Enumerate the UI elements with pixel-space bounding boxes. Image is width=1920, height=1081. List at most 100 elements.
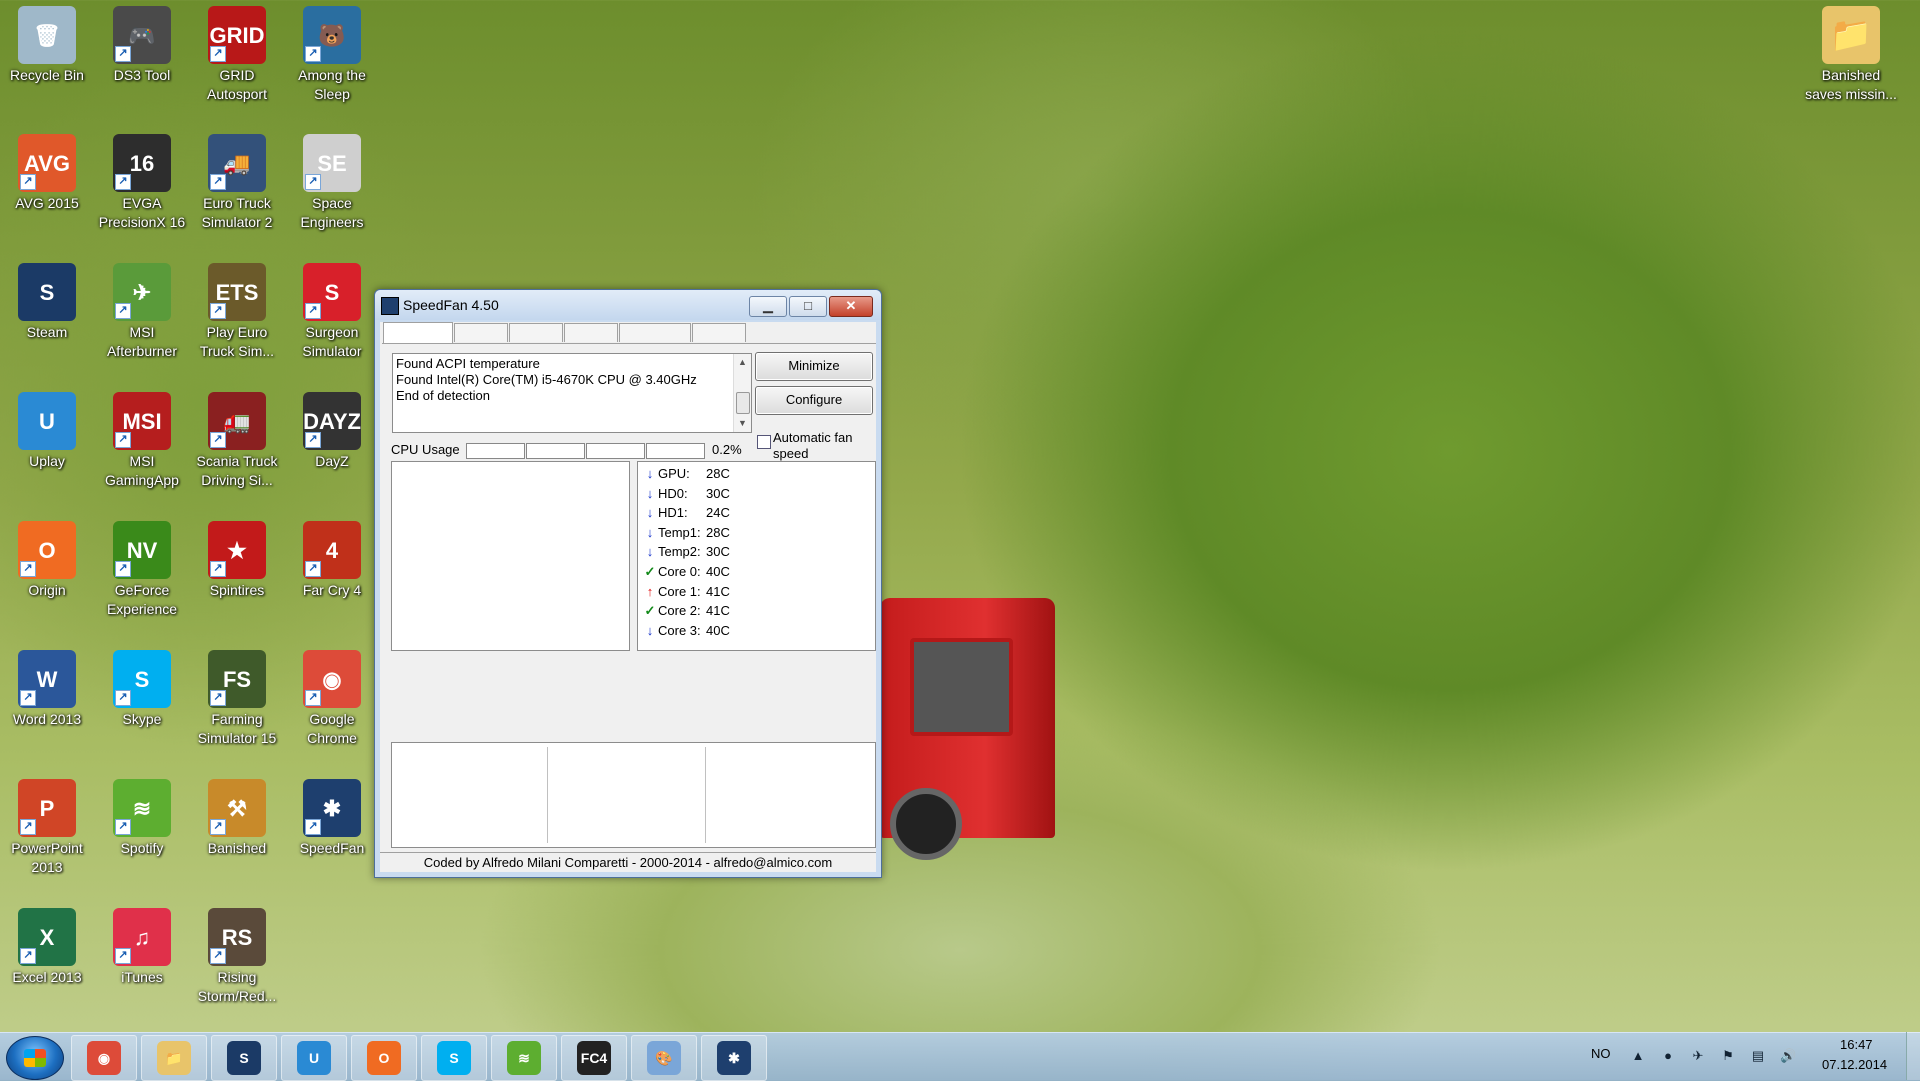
- msi-tray-icon[interactable]: ✈: [1690, 1048, 1706, 1064]
- tab-info[interactable]: [509, 323, 563, 342]
- scroll-up-arrow-icon[interactable]: ▲: [734, 354, 751, 371]
- desktop-icon[interactable]: 🚚 ↗ Euro Truck Simulator 2: [191, 134, 283, 232]
- desktop-icon[interactable]: NV ↗ GeForce Experience: [96, 521, 188, 619]
- taskbar-app-button[interactable]: ≋: [491, 1035, 557, 1081]
- shortcut-arrow-icon: ↗: [210, 303, 226, 319]
- desktop-icon[interactable]: SE ↗ Space Engineers: [286, 134, 378, 232]
- volume-icon[interactable]: 🔊: [1780, 1048, 1796, 1064]
- configure-button[interactable]: Configure: [755, 386, 873, 415]
- taskbar-app-button[interactable]: S: [421, 1035, 487, 1081]
- app-icon: ◉ ↗: [303, 650, 361, 708]
- desktop-icon[interactable]: 🎮 ↗ DS3 Tool: [96, 6, 188, 85]
- tab-clock[interactable]: [454, 323, 508, 342]
- taskbar-app-button[interactable]: U: [281, 1035, 347, 1081]
- shortcut-arrow-icon: ↗: [20, 690, 36, 706]
- desktop-icon[interactable]: X ↗ Excel 2013: [1, 908, 93, 987]
- window-minimize-button[interactable]: ▁: [749, 296, 787, 317]
- taskbar-app-icon: ◉: [87, 1041, 121, 1075]
- taskbar-app-button[interactable]: ✱: [701, 1035, 767, 1081]
- desktop-icon[interactable]: RS ↗ Rising Storm/Red...: [191, 908, 283, 1006]
- desktop-icon[interactable]: 🚛 ↗ Scania Truck Driving Si...: [191, 392, 283, 490]
- shortcut-arrow-icon: ↗: [305, 46, 321, 62]
- desktop-icon[interactable]: ≋ ↗ Spotify: [96, 779, 188, 858]
- desktop-icon[interactable]: 4 ↗ Far Cry 4: [286, 521, 378, 600]
- window-maximize-button[interactable]: □: [789, 296, 827, 317]
- desktop-icon[interactable]: U Uplay: [1, 392, 93, 471]
- sensor-name: Temp2:: [658, 544, 701, 560]
- log-line: Found Intel(R) Core(TM) i5-4670K CPU @ 3…: [396, 372, 697, 387]
- clock-date[interactable]: 07.12.2014: [1822, 1057, 1887, 1072]
- tab-smart[interactable]: [619, 323, 691, 342]
- app-icon: ≋ ↗: [113, 779, 171, 837]
- taskbar-app-button[interactable]: FC4: [561, 1035, 627, 1081]
- desktop-icon[interactable]: 🗑 Recycle Bin: [1, 6, 93, 85]
- desktop-icon[interactable]: 16 ↗ EVGA PrecisionX 16: [96, 134, 188, 232]
- tab-charts[interactable]: [692, 323, 746, 342]
- desktop-icon[interactable]: S ↗ Surgeon Simulator: [286, 263, 378, 361]
- minimize-button[interactable]: Minimize: [755, 352, 873, 381]
- taskbar-app-button[interactable]: S: [211, 1035, 277, 1081]
- sensor-name: HD1:: [658, 505, 688, 521]
- desktop-icon[interactable]: ♫ ↗ iTunes: [96, 908, 188, 987]
- shortcut-arrow-icon: ↗: [20, 819, 36, 835]
- show-desktop-button[interactable]: [1906, 1032, 1920, 1080]
- steam-tray-icon[interactable]: ●: [1660, 1048, 1676, 1064]
- network-icon[interactable]: ▤: [1750, 1048, 1766, 1064]
- taskbar-app-button[interactable]: 🎨: [631, 1035, 697, 1081]
- desktop-icon[interactable]: O ↗ Origin: [1, 521, 93, 600]
- shortcut-arrow-icon: ↗: [20, 948, 36, 964]
- shortcut-arrow-icon: ↗: [115, 561, 131, 577]
- clock-time[interactable]: 16:47: [1840, 1037, 1873, 1052]
- app-icon: RS ↗: [208, 908, 266, 966]
- desktop-icon[interactable]: MSI ↗ MSI GamingApp: [96, 392, 188, 490]
- taskbar-app-button[interactable]: O: [351, 1035, 417, 1081]
- automatic-fan-speed-checkbox[interactable]: [757, 435, 771, 449]
- desktop-icon[interactable]: AVG ↗ AVG 2015: [1, 134, 93, 213]
- desktop-icon[interactable]: GRID ↗ GRID Autosport: [191, 6, 283, 104]
- sensor-name: Core 1:: [658, 583, 701, 599]
- shortcut-arrow-icon: ↗: [210, 46, 226, 62]
- taskbar-app-icon: S: [437, 1041, 471, 1075]
- sensor-value: 28C: [706, 466, 730, 481]
- arrow-down-icon: ↓: [646, 622, 654, 638]
- window-close-button[interactable]: ✕: [829, 296, 873, 317]
- desktop-folder-banished-saves[interactable]: 📁 Banished saves missin...: [1805, 6, 1897, 104]
- desktop-folder-label: Banished saves missin...: [1805, 67, 1897, 102]
- scroll-thumb[interactable]: [736, 392, 750, 414]
- desktop-icon[interactable]: ✱ ↗ SpeedFan: [286, 779, 378, 858]
- app-icon: GRID ↗: [208, 6, 266, 64]
- arrow-down-icon: ↓: [646, 485, 654, 501]
- desktop-icon[interactable]: ETS ↗ Play Euro Truck Sim...: [191, 263, 283, 361]
- desktop-icon[interactable]: ⚒ ↗ Banished: [191, 779, 283, 858]
- desktop-icon[interactable]: DAYZ ↗ DayZ: [286, 392, 378, 471]
- desktop-icon[interactable]: S Steam: [1, 263, 93, 342]
- speedfan-titlebar[interactable]: SpeedFan 4.50 ▁ □ ✕: [375, 290, 881, 320]
- action-center-flag-icon[interactable]: ⚑: [1720, 1048, 1736, 1064]
- log-scrollbar[interactable]: ▲ ▼: [733, 354, 751, 432]
- desktop-icon[interactable]: ★ ↗ Spintires: [191, 521, 283, 600]
- show-hidden-icons-icon[interactable]: ▲: [1630, 1048, 1646, 1064]
- cpu-usage-label: CPU Usage: [391, 442, 460, 457]
- shortcut-arrow-icon: ↗: [305, 303, 321, 319]
- desktop-icon-label: Play Euro Truck Sim...: [199, 324, 275, 359]
- desktop-icon[interactable]: ◉ ↗ Google Chrome: [286, 650, 378, 748]
- scroll-down-arrow-icon[interactable]: ▼: [734, 415, 751, 432]
- language-indicator[interactable]: NO: [1591, 1046, 1611, 1061]
- start-button[interactable]: [6, 1036, 64, 1080]
- tab-readings[interactable]: [383, 322, 453, 343]
- desktop-icon-label: EVGA PrecisionX 16: [98, 195, 186, 230]
- desktop-icon[interactable]: S ↗ Skype: [96, 650, 188, 729]
- speedfan-tabs: [382, 322, 876, 344]
- tab-exotics[interactable]: [564, 323, 618, 342]
- desktop-icon[interactable]: W ↗ Word 2013: [1, 650, 93, 729]
- taskbar-app-button[interactable]: ◉: [71, 1035, 137, 1081]
- desktop-icon[interactable]: FS ↗ Farming Simulator 15: [191, 650, 283, 748]
- app-icon: FS ↗: [208, 650, 266, 708]
- shortcut-arrow-icon: ↗: [210, 819, 226, 835]
- speedfan-window[interactable]: SpeedFan 4.50 ▁ □ ✕ Found ACPI temperatu…: [374, 289, 882, 878]
- taskbar-app-button[interactable]: 📁: [141, 1035, 207, 1081]
- desktop-icon[interactable]: ✈ ↗ MSI Afterburner: [96, 263, 188, 361]
- desktop-icon[interactable]: 🐻 ↗ Among the Sleep: [286, 6, 378, 104]
- detection-log[interactable]: Found ACPI temperature Found Intel(R) Co…: [392, 353, 752, 433]
- desktop-icon[interactable]: P ↗ PowerPoint 2013: [1, 779, 93, 877]
